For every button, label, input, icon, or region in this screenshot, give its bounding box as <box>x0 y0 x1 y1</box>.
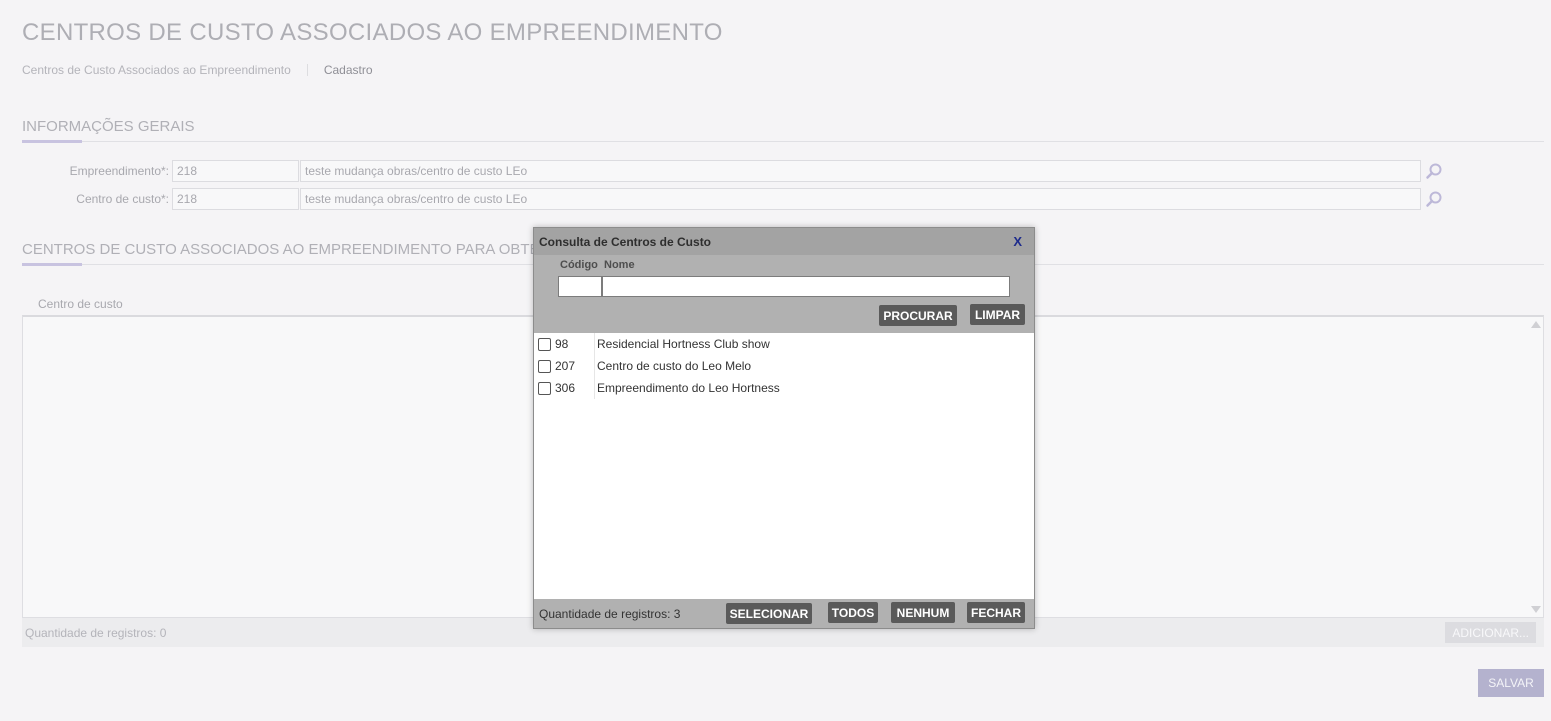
row-checkbox[interactable] <box>538 381 551 395</box>
list-item[interactable]: 98 Residencial Hortness Club show <box>534 333 1034 355</box>
column-header-centro-custo[interactable]: Centro de custo <box>38 297 123 311</box>
centro-custo-label: Centro de custo*: <box>76 192 169 206</box>
scroll-up-arrow-icon[interactable] <box>1531 321 1541 328</box>
name-filter-input[interactable] <box>602 276 1010 297</box>
name-filter-label: Nome <box>604 259 635 271</box>
section-accent <box>22 140 82 143</box>
breadcrumb-separator <box>306 64 308 76</box>
section-title-general: INFORMAÇÕES GERAIS <box>22 118 195 135</box>
select-none-button[interactable]: NENHUM <box>891 602 955 623</box>
page-title: CENTROS DE CUSTO ASSOCIADOS AO EMPREENDI… <box>22 19 723 46</box>
scroll-down-arrow-icon[interactable] <box>1531 606 1541 613</box>
add-button[interactable]: ADICIONAR... <box>1445 622 1536 643</box>
search-icon[interactable] <box>1423 160 1445 182</box>
row-checkbox[interactable] <box>538 337 551 351</box>
section-title-associated: CENTROS DE CUSTO ASSOCIADOS AO EMPREENDI… <box>22 241 583 258</box>
cost-center-lookup-dialog: Consulta de Centros de Custo X Código No… <box>533 227 1035 629</box>
section-accent <box>22 263 82 266</box>
empreendimento-label: Empreendimento*: <box>69 164 169 178</box>
list-item[interactable]: 207 Centro de custo do Leo Melo <box>534 355 1034 377</box>
row-code: 207 <box>555 355 595 377</box>
row-name: Empreendimento do Leo Hortness <box>597 381 780 395</box>
empreendimento-name-field[interactable]: teste mudança obras/centro de custo LEo <box>300 160 1421 182</box>
dialog-filter: Código Nome PROCURAR LIMPAR <box>534 255 1034 333</box>
dialog-title: Consulta de Centros de Custo <box>539 234 712 249</box>
row-code: 98 <box>555 333 595 355</box>
row-name: Residencial Hortness Club show <box>597 337 770 351</box>
empreendimento-row: Empreendimento*: 218 teste mudança obras… <box>0 160 1445 182</box>
search-button[interactable]: PROCURAR <box>879 305 957 326</box>
centro-custo-code-field[interactable]: 218 <box>172 188 299 210</box>
row-code: 306 <box>555 377 595 399</box>
save-button[interactable]: SALVAR <box>1478 669 1544 697</box>
row-name: Centro de custo do Leo Melo <box>597 359 752 373</box>
code-filter-input[interactable] <box>558 276 602 297</box>
clear-button[interactable]: LIMPAR <box>970 304 1025 325</box>
list-item[interactable]: 306 Empreendimento do Leo Hortness <box>534 377 1034 399</box>
dialog-header[interactable]: Consulta de Centros de Custo X <box>534 228 1034 255</box>
centro-custo-row: Centro de custo*: 218 teste mudança obra… <box>0 188 1445 210</box>
dialog-record-count: Quantidade de registros: 3 <box>539 607 681 621</box>
empreendimento-code-field[interactable]: 218 <box>172 160 299 182</box>
breadcrumb: Centros de Custo Associados ao Empreendi… <box>22 63 373 77</box>
close-icon[interactable]: X <box>1013 234 1022 249</box>
select-all-button[interactable]: TODOS <box>828 602 878 623</box>
close-button[interactable]: FECHAR <box>967 602 1025 623</box>
row-checkbox[interactable] <box>538 359 551 373</box>
code-filter-label: Código <box>560 259 598 271</box>
breadcrumb-item-parent[interactable]: Centros de Custo Associados ao Empreendi… <box>22 63 291 77</box>
search-icon[interactable] <box>1423 188 1445 210</box>
centro-custo-name-field[interactable]: teste mudança obras/centro de custo LEo <box>300 188 1421 210</box>
results-list: 98 Residencial Hortness Club show 207 Ce… <box>534 333 1034 599</box>
section-divider <box>22 141 1544 142</box>
breadcrumb-item-current: Cadastro <box>323 63 373 77</box>
select-button[interactable]: SELECIONAR <box>726 603 812 624</box>
record-count: Quantidade de registros: 0 <box>25 626 167 640</box>
dialog-footer: Quantidade de registros: 3 SELECIONAR TO… <box>534 599 1034 628</box>
